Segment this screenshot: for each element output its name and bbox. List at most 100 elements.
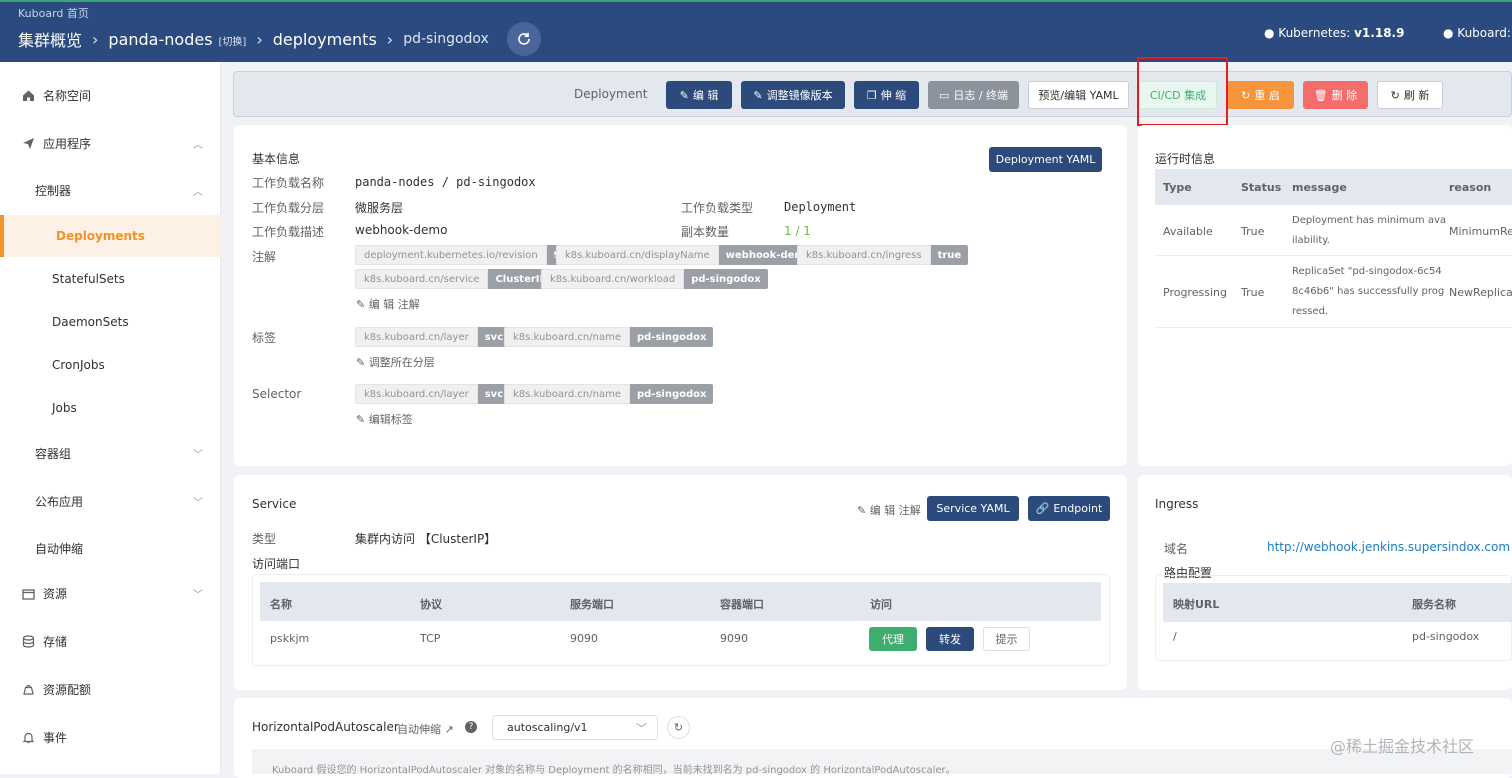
endpoint-button[interactable]: 🔗 Endpoint	[1028, 496, 1110, 521]
sidebar-item-pods[interactable]: 容器组 ﹀	[0, 433, 221, 473]
annotation-tag: k8s.kuboard.cn/ingress true	[797, 245, 969, 265]
chevron-up-icon: ︿	[193, 139, 203, 151]
api-version-select[interactable]: autoscaling/v1 ﹀	[492, 715, 658, 740]
annotation-tag: k8s.kuboard.cn/workload pd-singodox	[541, 269, 768, 289]
domain-label: 域名	[1164, 542, 1189, 556]
chevron-down-icon: ﹀	[636, 721, 647, 735]
crumb-namespace[interactable]: panda-nodes	[108, 30, 212, 49]
sidebar-item-cronjobs[interactable]: CronJobs	[0, 345, 221, 385]
sidebar-item-deployments[interactable]: Deployments	[0, 215, 221, 257]
chevron-right-icon: ›	[386, 29, 394, 49]
service-type-value: 集群内访问 【ClusterIP】	[355, 532, 497, 546]
external-link-icon: ↗	[441, 723, 454, 736]
row-message: 8c46b6" has successfully prog	[1292, 286, 1445, 297]
sidebar: 名称空间 应用程序 ︿ 控制器 ︿ Deployments StatefulSe…	[0, 62, 221, 774]
crumb-kind[interactable]: deployments	[273, 30, 377, 49]
box-icon	[21, 586, 35, 600]
ports-label: 访问端口	[252, 557, 301, 571]
sidebar-item-publish[interactable]: 公布应用 ﹀	[0, 481, 221, 521]
sidebar-item-namespace[interactable]: 名称空间	[0, 75, 221, 115]
label-tag: k8s.kuboard.cn/name pd-singodox	[504, 327, 714, 347]
service-edit-annotations-link[interactable]: ✎ 编 辑 注解	[857, 502, 921, 518]
deployment-yaml-button[interactable]: Deployment YAML	[989, 147, 1102, 172]
preview-yaml-button[interactable]: 预览/编辑 YAML	[1028, 81, 1129, 109]
edit-annotations-link[interactable]: ✎ 编 辑 注解	[356, 296, 420, 312]
k8s-version: ● Kubernetes: v1.18.9	[1264, 26, 1405, 40]
ingress-title: Ingress	[1155, 497, 1199, 511]
adjust-image-button[interactable]: ✎ 调整镜像版本	[741, 81, 845, 109]
row-message: ReplicaSet "pd-singodox-6c54	[1292, 266, 1442, 277]
sidebar-item-controllers[interactable]: 控制器 ︿	[0, 170, 221, 210]
name-label: 工作负载名称	[252, 176, 325, 190]
layer-label: 工作负载分层	[252, 201, 325, 215]
logs-terminal-button[interactable]: ▭ 日志 / 终端	[928, 81, 1019, 109]
domain-link[interactable]: http://webhook.jenkins.supersindox.com	[1267, 540, 1510, 554]
sidebar-item-daemonsets[interactable]: DaemonSets	[0, 302, 221, 342]
help-icon[interactable]: ?	[465, 721, 477, 733]
col-target-port: 容器端口	[720, 598, 764, 611]
forward-button[interactable]: 转发	[926, 627, 974, 651]
desc-label: 工作负载描述	[252, 225, 325, 239]
monitor-icon: ▭	[938, 88, 950, 102]
edit-icon: ✎	[679, 88, 689, 102]
route-service: pd-singodox	[1412, 630, 1480, 643]
runtime-title: 运行时信息	[1155, 152, 1216, 166]
hpa-title: HorizontalPodAutoscaler	[252, 720, 399, 734]
refresh-toolbar-button[interactable]: ↻ 刷 新	[1377, 81, 1443, 109]
edit-icon: ✎	[356, 413, 369, 426]
hpa-refresh-button[interactable]: ↻	[667, 716, 690, 739]
edit-icon: ✎	[356, 356, 369, 369]
sidebar-item-apps[interactable]: 应用程序 ︿	[0, 123, 221, 163]
crumb-cluster[interactable]: 集群概览	[18, 27, 82, 51]
port-protocol: TCP	[420, 632, 441, 645]
selector-label: Selector	[252, 387, 302, 401]
trash-icon: 🗑	[1313, 88, 1328, 102]
refresh-button[interactable]	[506, 22, 541, 56]
restart-button[interactable]: ↻ 重 启	[1227, 81, 1294, 109]
proxy-button[interactable]: 代理	[869, 627, 917, 651]
chevron-right-icon: ›	[256, 29, 263, 49]
name-value: panda-nodes / pd-singodox	[355, 175, 536, 189]
edit-labels-link[interactable]: ✎ 编辑标签	[356, 411, 413, 427]
type-value: Deployment	[784, 200, 857, 214]
service-yaml-button[interactable]: Service YAML	[927, 496, 1019, 521]
home-link[interactable]: Kuboard 首页	[18, 5, 89, 21]
target-port-value: 9090	[720, 632, 748, 645]
adjust-layer-link[interactable]: ✎ 调整所在分层	[356, 354, 435, 370]
hint-button[interactable]: 提示	[983, 627, 1030, 651]
sidebar-item-resources[interactable]: 资源 ﹀	[0, 573, 221, 613]
layer-value: 微服务层	[355, 201, 404, 215]
sidebar-item-quota[interactable]: 资源配额	[0, 669, 221, 709]
sidebar-item-storage[interactable]: 存储	[0, 621, 221, 661]
divider	[1155, 327, 1512, 328]
sidebar-item-autoscale[interactable]: 自动伸缩	[0, 528, 221, 568]
row-status: True	[1241, 225, 1265, 238]
sidebar-item-jobs[interactable]: Jobs	[0, 388, 221, 428]
port-name: pskkjm	[270, 632, 310, 645]
col-type: Type	[1163, 181, 1192, 194]
replicas-label: 副本数量	[681, 225, 730, 239]
breadcrumb: 集群概览 › panda-nodes [切换] › deployments › …	[18, 22, 541, 56]
annotation-tag: k8s.kuboard.cn/displayName webhook-demo	[556, 245, 819, 265]
label-tag: k8s.kuboard.cn/layer svc	[355, 327, 511, 347]
chevron-down-icon: ﹀	[193, 589, 203, 601]
bell-icon	[21, 730, 35, 744]
switch-namespace-link[interactable]: [切换]	[219, 33, 247, 48]
labels-label: 标签	[252, 331, 277, 345]
cloud-icon	[21, 682, 35, 696]
basic-info-title: 基本信息	[252, 152, 301, 166]
watermark: @稀土掘金技术社区	[1330, 737, 1475, 756]
autoscale-link[interactable]: 自动伸缩 ↗	[397, 721, 454, 737]
edit-button[interactable]: ✎ 编 辑	[666, 81, 732, 109]
refresh-icon: ↻	[673, 721, 684, 734]
replicas-value: 1 / 1	[784, 224, 811, 238]
selector-tag: k8s.kuboard.cn/layer svc	[355, 384, 511, 404]
row-type: Progressing	[1163, 286, 1227, 299]
route-url: /	[1173, 630, 1177, 643]
home-icon	[21, 88, 35, 102]
sidebar-item-statefulsets[interactable]: StatefulSets	[0, 259, 221, 299]
sidebar-item-events[interactable]: 事件	[0, 717, 221, 757]
scale-button[interactable]: ❐ 伸 缩	[854, 81, 919, 109]
chevron-right-icon: ›	[92, 29, 99, 49]
delete-button[interactable]: 🗑 删 除	[1303, 81, 1368, 109]
